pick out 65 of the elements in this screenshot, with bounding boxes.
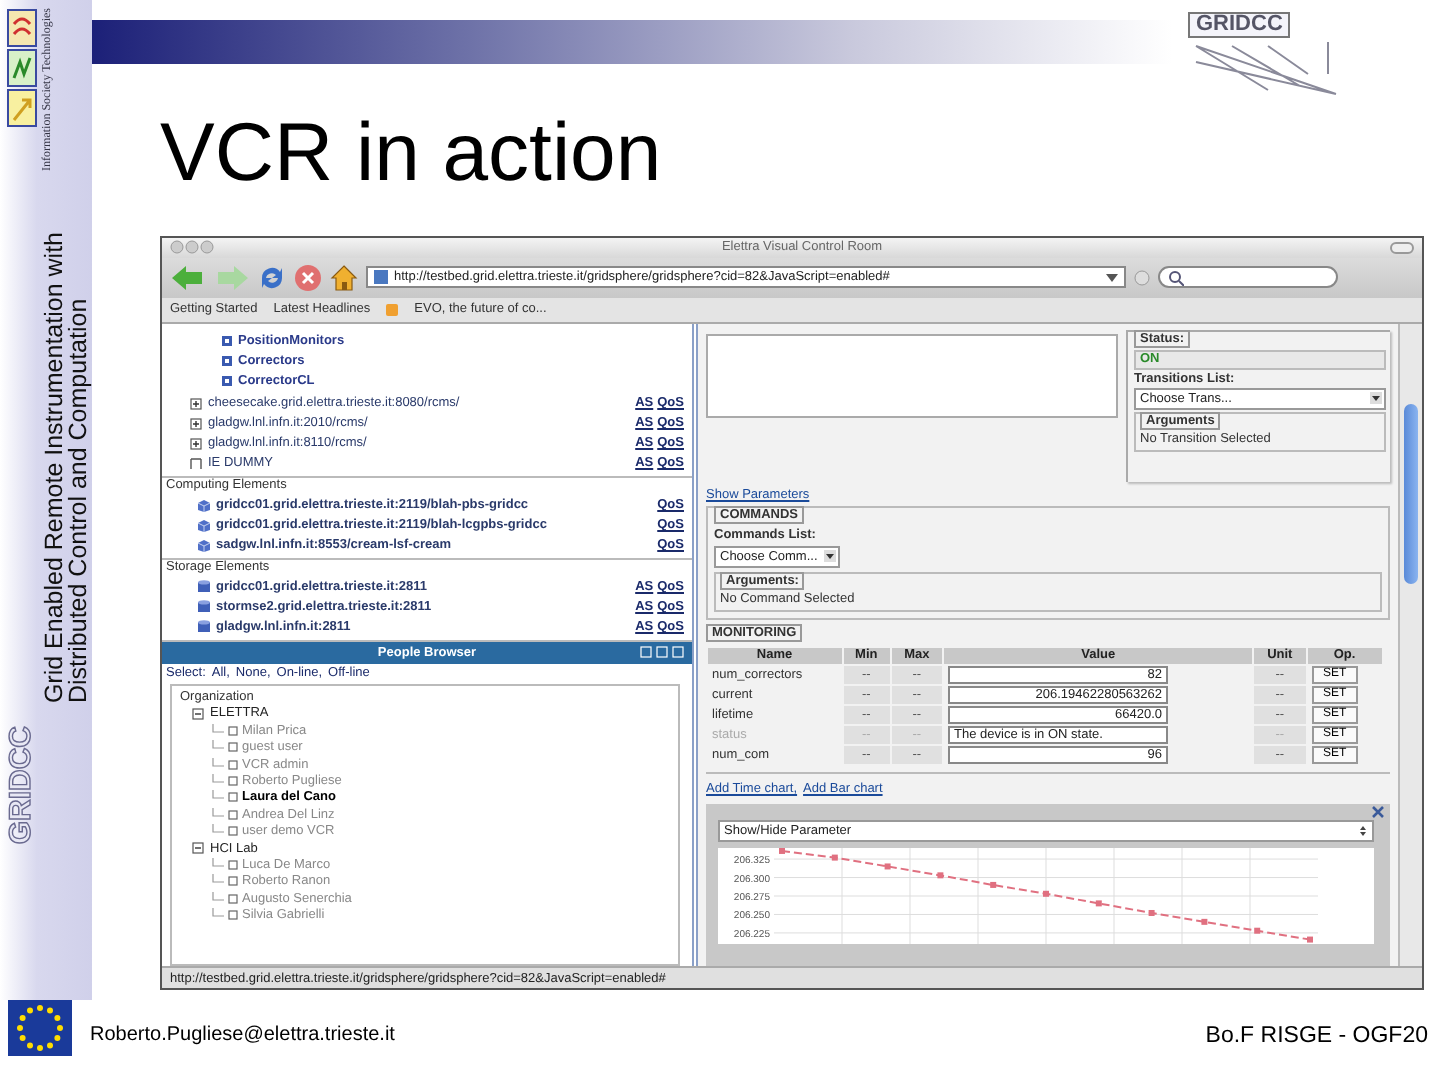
dropdown-arrow-icon (1106, 273, 1118, 282)
data-point (937, 871, 944, 878)
data-point (779, 847, 785, 854)
data-point (1148, 909, 1155, 916)
node-square-icon (228, 809, 238, 820)
node-square-icon (228, 776, 238, 787)
data-point (884, 863, 891, 869)
search-icon (1168, 269, 1184, 286)
node-square-icon (228, 910, 238, 921)
close-icon[interactable] (1372, 805, 1384, 818)
node-square-icon (222, 356, 232, 367)
data-point (831, 854, 838, 861)
side-caption: Distributed Control and Computation (66, 297, 90, 704)
toolbar-toggle-icon[interactable] (1390, 241, 1414, 254)
back-arrow-icon[interactable] (170, 263, 206, 292)
text-area[interactable] (706, 333, 1118, 418)
rss-icon (386, 303, 399, 316)
footer-text: Bo.F RISGE - OGF20 (1205, 1024, 1428, 1048)
dropdown-arrow-icon (824, 550, 836, 563)
expand-plus-icon[interactable] (190, 417, 202, 430)
go-icon[interactable] (1134, 269, 1150, 286)
search-field[interactable] (1158, 266, 1338, 289)
data-point (1307, 936, 1313, 943)
expand-plus-icon[interactable] (190, 397, 202, 410)
cube-icon (198, 539, 210, 552)
logo-text: GRIDCC (1188, 12, 1291, 38)
window-buttons-icon (170, 240, 214, 255)
cylinder-icon (198, 580, 210, 595)
scrollbar[interactable] (1398, 323, 1422, 967)
node-square-icon (228, 725, 238, 736)
data-point (1043, 890, 1049, 897)
side-caption: Grid Enabled Remote Instrumentation with (42, 232, 66, 704)
data-point (990, 881, 997, 888)
collapse-minus-icon[interactable] (192, 842, 204, 855)
cube-icon (198, 499, 210, 512)
slide-title: VCR in action (158, 104, 664, 202)
node-square-icon (228, 742, 238, 753)
home-icon[interactable] (330, 263, 358, 292)
node-square-icon (228, 759, 238, 770)
node-square-icon (228, 876, 238, 887)
page-icon (374, 270, 388, 285)
stepper-arrows-icon (1358, 823, 1368, 838)
cylinder-icon (198, 600, 210, 615)
footer-email: Roberto.Pugliese@elettra.trieste.it (90, 1024, 395, 1046)
eu-flag-icon (8, 1000, 72, 1056)
scroll-thumb[interactable] (1404, 403, 1418, 584)
node-square-icon (222, 336, 232, 347)
dropdown-arrow-icon (1370, 392, 1382, 405)
cylinder-icon (198, 620, 210, 635)
data-point (1201, 918, 1208, 925)
stop-icon[interactable] (294, 263, 322, 292)
expand-plus-icon[interactable] (190, 437, 202, 450)
node-square-icon (228, 893, 238, 904)
node-square-icon (228, 859, 238, 870)
node-square-icon (228, 826, 238, 837)
data-point (1095, 899, 1102, 906)
ist-logo-icon (6, 8, 38, 128)
cube-icon (198, 519, 210, 532)
reload-icon[interactable] (258, 263, 286, 292)
collapse-minus-icon[interactable] (192, 707, 204, 720)
node-square-icon (228, 792, 238, 803)
side-logo: GRIDCC (4, 725, 38, 844)
window-controls-icon[interactable] (640, 645, 684, 658)
data-point (1254, 927, 1261, 934)
node-square-icon (222, 376, 232, 387)
